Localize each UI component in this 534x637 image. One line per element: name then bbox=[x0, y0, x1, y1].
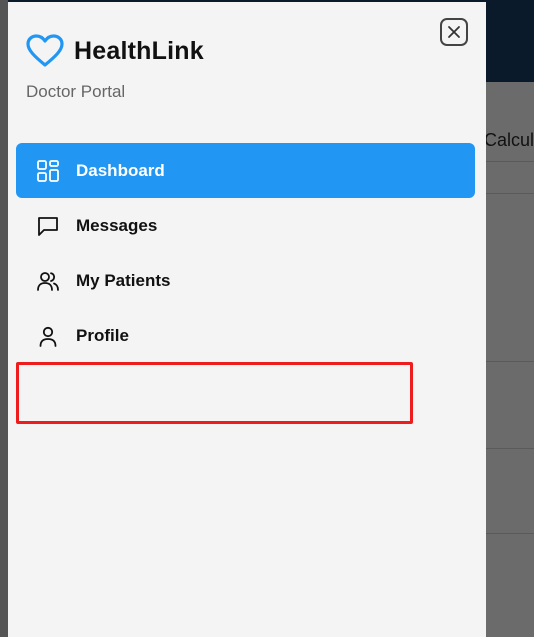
highlight-annotation-box bbox=[16, 362, 413, 424]
message-icon bbox=[36, 214, 60, 238]
brand-subtitle: Doctor Portal bbox=[26, 82, 126, 101]
background-left-edge bbox=[0, 0, 8, 637]
heart-icon bbox=[26, 34, 64, 67]
sidebar-item-label: Profile bbox=[76, 325, 129, 345]
sidebar-item-label: Messages bbox=[76, 215, 158, 235]
background-divider bbox=[486, 533, 534, 534]
sidebar-item-label: My Patients bbox=[76, 270, 171, 290]
close-button[interactable] bbox=[440, 18, 468, 46]
background-partial-label: Calcula bbox=[484, 130, 534, 150]
close-icon bbox=[448, 26, 460, 38]
background-divider bbox=[486, 448, 534, 449]
background-divider bbox=[486, 193, 534, 194]
sidebar-item-label: Dashboard bbox=[76, 160, 165, 180]
background-divider bbox=[486, 361, 534, 362]
sidebar-item-profile[interactable]: Profile bbox=[16, 308, 475, 363]
brand: HealthLink bbox=[26, 34, 204, 68]
brand-title: HealthLink bbox=[74, 36, 204, 65]
sidebar-nav: Dashboard Messages My Patients Profile bbox=[16, 143, 475, 363]
users-icon bbox=[36, 269, 60, 293]
user-icon bbox=[36, 324, 60, 348]
background-divider bbox=[486, 161, 534, 162]
sidebar-item-dashboard[interactable]: Dashboard bbox=[16, 143, 475, 198]
navigation-drawer: HealthLink Doctor Portal Dashboard Messa… bbox=[8, 2, 486, 637]
dashboard-grid-icon bbox=[36, 159, 60, 183]
sidebar-item-my-patients[interactable]: My Patients bbox=[16, 253, 475, 308]
sidebar-item-messages[interactable]: Messages bbox=[16, 198, 475, 253]
